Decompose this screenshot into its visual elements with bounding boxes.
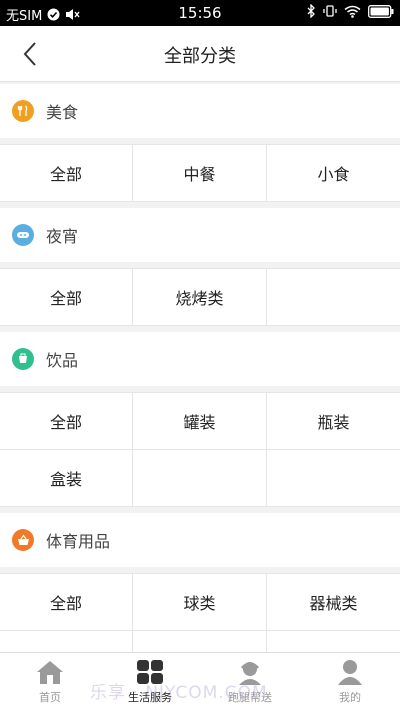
page-title: 全部分类 bbox=[164, 46, 236, 67]
category-title: 体育用品 bbox=[46, 532, 111, 551]
courier-icon bbox=[239, 662, 261, 685]
tab-home[interactable]: 首页 bbox=[0, 653, 100, 710]
utensils-icon bbox=[12, 100, 34, 122]
category-list: 美食 全部 中餐 小食 夜宵 全部 烧烤类 饮品 全部 罐装 瓶装 盒装 体育用… bbox=[0, 82, 400, 652]
category-option[interactable]: 中餐 bbox=[133, 145, 266, 201]
category-option[interactable]: 全部 bbox=[0, 269, 132, 325]
category-option[interactable]: 小食 bbox=[267, 145, 400, 201]
wifi-icon bbox=[344, 5, 361, 18]
bluetooth-icon bbox=[307, 4, 315, 18]
nav-bar: 全部分类 bbox=[0, 26, 400, 82]
category-option[interactable]: 器械类 bbox=[267, 574, 400, 630]
category-option[interactable]: 烧烤类 bbox=[133, 269, 266, 325]
vibrate-icon bbox=[323, 5, 337, 17]
category-grid-drinks: 全部 罐装 瓶装 盒装 bbox=[0, 392, 400, 507]
category-option[interactable]: 全部 bbox=[0, 145, 132, 201]
category-title: 美食 bbox=[46, 103, 79, 122]
category-grid-food: 全部 中餐 小食 bbox=[0, 144, 400, 202]
category-option[interactable]: 全部 bbox=[0, 574, 132, 630]
tab-label: 跑腿帮送 bbox=[228, 691, 272, 704]
battery-icon bbox=[368, 4, 394, 18]
tab-label: 首页 bbox=[39, 691, 61, 704]
category-header-food: 美食 bbox=[0, 84, 400, 138]
cup-icon bbox=[12, 348, 34, 370]
home-icon bbox=[37, 661, 63, 684]
person-icon bbox=[338, 660, 362, 685]
tab-label: 我的 bbox=[339, 691, 361, 704]
category-option[interactable]: 球类 bbox=[133, 574, 266, 630]
category-header-sports: 体育用品 bbox=[0, 513, 400, 567]
category-grid-night-snack: 全部 烧烤类 bbox=[0, 268, 400, 326]
status-right bbox=[307, 4, 394, 18]
category-option[interactable]: 罐装 bbox=[133, 393, 266, 449]
empty-cell bbox=[267, 631, 400, 652]
tab-mine[interactable]: 我的 bbox=[300, 653, 400, 710]
category-option[interactable]: 全部 bbox=[0, 393, 132, 449]
category-option[interactable]: 瓶装 bbox=[267, 393, 400, 449]
category-option[interactable]: 教学类 bbox=[0, 631, 132, 652]
empty-cell bbox=[267, 450, 400, 506]
category-header-night-snack: 夜宵 bbox=[0, 208, 400, 262]
category-grid-sports: 全部 球类 器械类 教学类 bbox=[0, 573, 400, 652]
empty-cell bbox=[267, 269, 400, 325]
night-snack-icon bbox=[12, 224, 34, 246]
category-header-drinks: 饮品 bbox=[0, 332, 400, 386]
tab-errand[interactable]: 跑腿帮送 bbox=[200, 653, 300, 710]
grid-icon bbox=[137, 660, 163, 684]
empty-cell bbox=[133, 450, 266, 506]
category-title: 饮品 bbox=[46, 351, 79, 370]
tab-label: 生活服务 bbox=[128, 691, 172, 704]
tab-bar: 首页 生活服务 跑腿帮送 我的 bbox=[0, 652, 400, 710]
status-bar: 无SIM 15:56 bbox=[0, 0, 400, 26]
category-option[interactable]: 盒装 bbox=[0, 450, 132, 506]
empty-cell bbox=[133, 631, 266, 652]
tab-life-services[interactable]: 生活服务 bbox=[100, 653, 200, 710]
basket-icon bbox=[12, 529, 34, 551]
category-title: 夜宵 bbox=[46, 227, 79, 246]
